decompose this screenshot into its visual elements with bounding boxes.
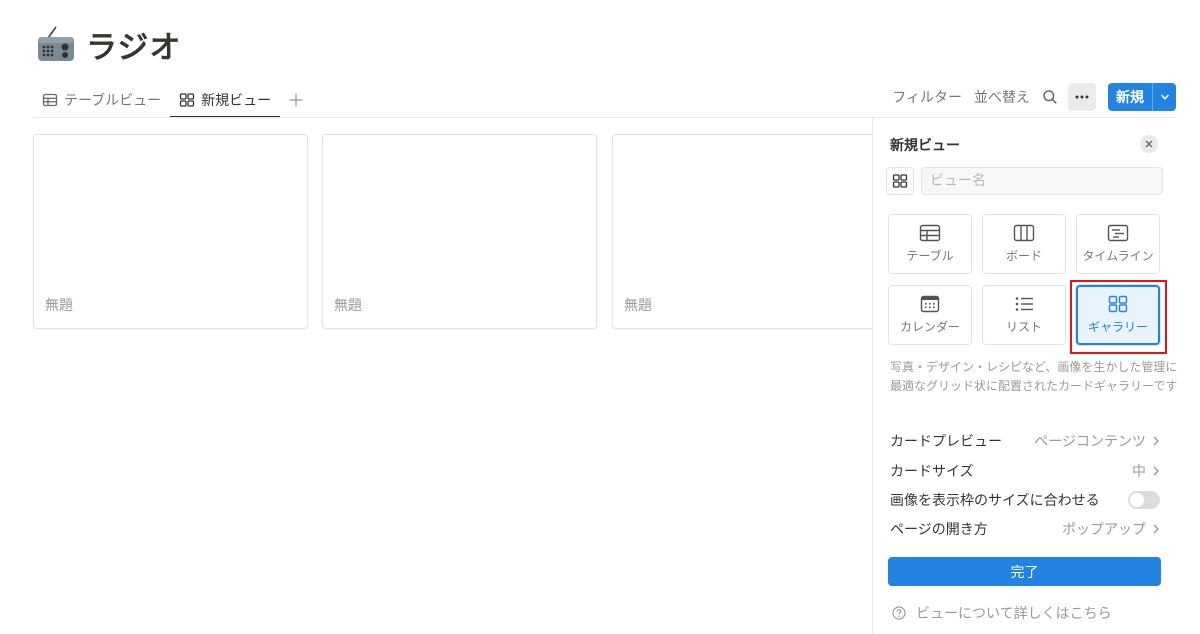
gallery-card[interactable]: 無題 [612,134,887,329]
layout-description: 写真・デザイン・レシピなど、画像を生かした管理に最適なグリッド状に配置されたカー… [890,360,1178,393]
help-link[interactable]: ビューについて詳しくはこちら [892,603,1112,623]
gallery-icon [180,92,195,107]
layout-label: リスト [1005,320,1042,334]
card-title: 無題 [624,298,652,314]
timeline-icon [1107,224,1129,242]
table-icon [919,224,941,242]
option-value: 中 [1132,461,1160,481]
more-options-button[interactable] [1068,82,1096,111]
new-dropdown-button[interactable] [1152,82,1176,111]
view-name-input[interactable] [921,167,1163,195]
chevron-down-icon [1160,93,1169,100]
close-icon [1145,140,1153,148]
panel-title: 新規ビュー [890,138,960,154]
new-view-panel: 新規ビュー テーブル [872,118,1200,634]
close-button[interactable] [1140,135,1158,153]
tab-label: 新規ビュー [201,92,272,109]
view-icon-button[interactable] [886,167,914,195]
new-button[interactable]: 新規 [1108,83,1152,111]
gallery-card[interactable]: 無題 [33,134,308,329]
filter-button[interactable]: フィルター [886,87,968,107]
card-title: 無題 [45,298,73,314]
search-button[interactable] [1036,83,1064,111]
add-view-button[interactable] [280,82,312,117]
layout-gallery-button[interactable]: ギャラリー [1076,285,1160,345]
layout-board-button[interactable]: ボード [982,214,1066,274]
new-button-group: 新規 [1108,82,1176,111]
more-icon [1075,95,1089,98]
layout-calendar-button[interactable]: カレンダー [888,285,972,345]
option-label: カードサイズ [890,464,974,480]
view-tabs: テーブルビュー 新規ビュー [33,82,312,118]
gallery-card[interactable]: 無題 [322,134,597,329]
option-label: ページの開き方 [890,522,988,538]
radio-icon [38,26,74,61]
option-label: 画像を表示枠のサイズに合わせる [890,493,1100,509]
sort-button[interactable]: 並べ替え [968,87,1036,107]
layout-table-button[interactable]: テーブル [888,214,972,274]
page-title[interactable]: ラジオ [86,22,181,67]
help-icon [892,606,906,620]
plus-icon [289,93,303,106]
option-value: ページコンテンツ [1034,431,1160,451]
gallery-icon [892,174,908,188]
done-button[interactable]: 完了 [888,557,1161,586]
layout-label: ボード [1005,249,1042,263]
option-label: カードプレビュー [890,434,1002,450]
option-value-text: ポップアップ [1062,522,1146,538]
option-value-text: ページコンテンツ [1034,434,1146,450]
search-icon [1043,89,1057,104]
view-toolbar: フィルター 並べ替え 新規 [886,82,1176,111]
open-page-option[interactable]: ページの開き方 ポップアップ [890,517,1160,541]
calendar-icon [920,295,940,313]
option-value-text: 中 [1132,464,1146,480]
chevron-right-icon [1153,466,1159,476]
card-size-option[interactable]: カードサイズ 中 [890,459,1160,483]
toggle-knob [1130,493,1144,507]
layout-label: タイムライン [1082,249,1154,263]
chevron-right-icon [1153,524,1159,534]
tab-new-view[interactable]: 新規ビュー [170,82,281,118]
page-header: ラジオ [36,22,181,67]
fit-image-toggle[interactable] [1128,491,1160,509]
gallery-icon [1108,295,1128,313]
list-icon [1015,297,1033,311]
layout-label: ギャラリー [1087,320,1148,334]
layout-label: テーブル [906,249,954,263]
card-preview-option[interactable]: カードプレビュー ページコンテンツ [890,429,1160,453]
view-name-row [886,167,1163,195]
tab-label: テーブルビュー [64,92,162,109]
layout-label: カレンダー [899,320,960,334]
fit-image-option: 画像を表示枠のサイズに合わせる [890,488,1160,512]
layout-list-button[interactable]: リスト [982,285,1066,345]
board-icon [1013,224,1035,242]
layout-timeline-button[interactable]: タイムライン [1076,214,1160,274]
help-link-text: ビューについて詳しくはこちら [916,606,1112,622]
card-title: 無題 [334,298,362,314]
tab-table-view[interactable]: テーブルビュー [33,82,170,117]
chevron-right-icon [1153,436,1159,446]
option-value: ポップアップ [1062,519,1160,539]
table-icon [42,93,58,106]
